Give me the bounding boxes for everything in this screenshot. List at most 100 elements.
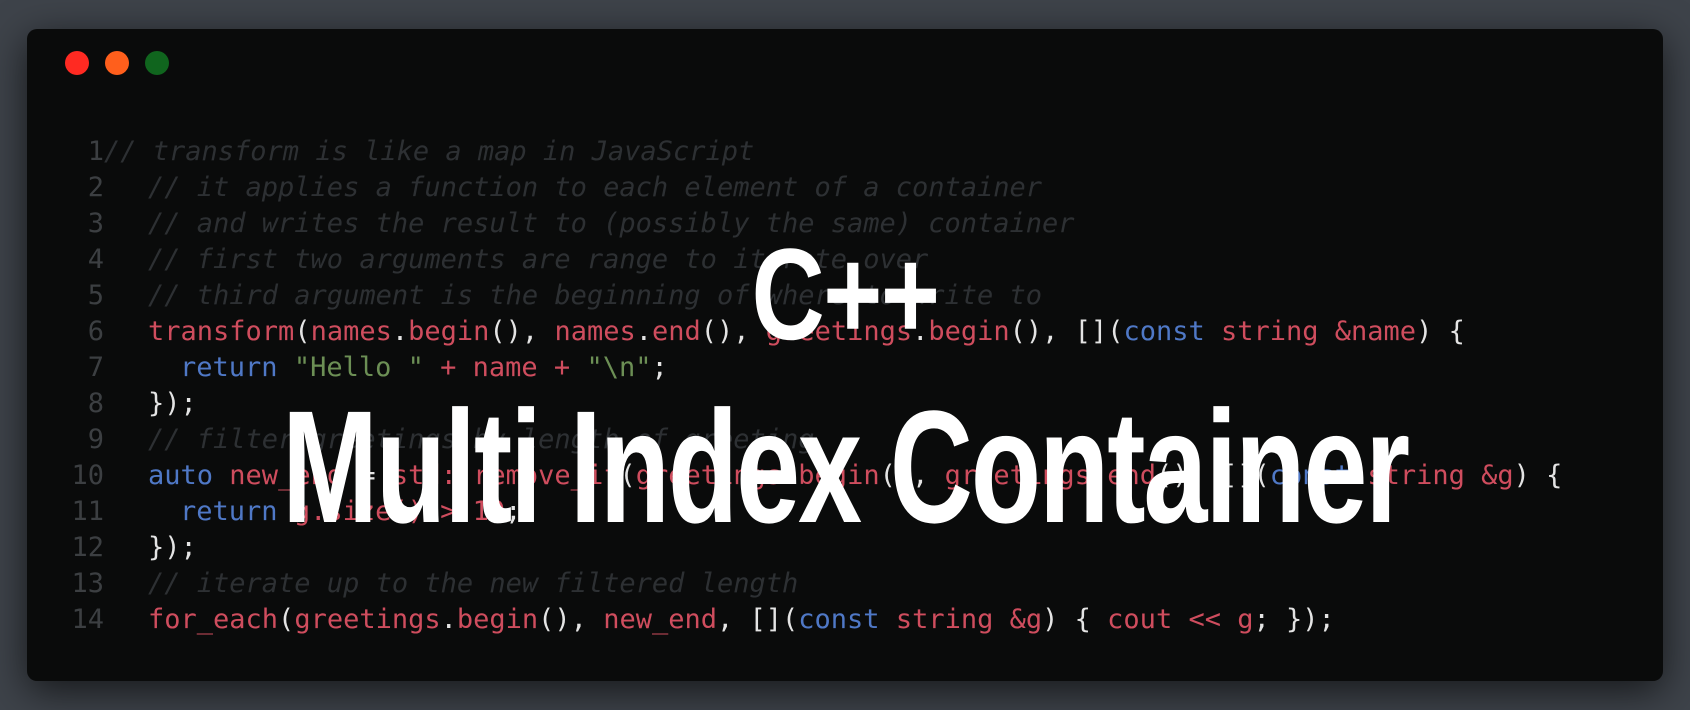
code-token-ident: names: [554, 316, 636, 347]
line-number: 12: [71, 532, 104, 563]
code-token-ident: new_end: [603, 604, 717, 635]
line-source: });: [104, 386, 197, 422]
code-token-ident: names: [310, 316, 392, 347]
code-token-ident: cout << g: [1107, 604, 1254, 635]
line-source: return "Hello " + name + "\n";: [104, 350, 668, 386]
code-token-fn: begin: [408, 316, 490, 347]
code-token-fn: end: [1107, 460, 1156, 491]
line-source: // transform is like a map in JavaScript: [104, 134, 754, 170]
code-token-punct: (), [](: [1155, 460, 1270, 491]
line-source: for_each(greetings.begin(), new_end, [](…: [104, 602, 1335, 638]
code-token-ident: g.size(): [293, 496, 424, 527]
code-token-punct: [278, 352, 294, 383]
code-token-punct: (: [619, 460, 636, 491]
code-line: 4 // first two arguments are range to ite…: [27, 242, 1562, 278]
code-window: 1// transform is like a map in JavaScrip…: [27, 29, 1663, 681]
code-token-ident: string &g: [1367, 460, 1514, 491]
code-token-kw: const: [1123, 316, 1205, 347]
code-token-punct: (),: [489, 316, 555, 347]
line-source: });: [104, 530, 197, 566]
line-source: // third argument is the beginning of wh…: [104, 278, 1042, 314]
code-token-str: "Hello ": [293, 352, 424, 383]
code-token-ident: + name +: [440, 352, 571, 383]
line-source: return g.size() > 10;: [104, 494, 521, 530]
code-token-ident: string &name: [1221, 316, 1417, 347]
line-source: // iterate up to the new filtered length: [104, 566, 798, 602]
window-controls: [65, 51, 169, 75]
code-token-punct: ) {: [1513, 460, 1563, 491]
line-number: 14: [71, 604, 104, 635]
code-token-comment: // transform is like a map in JavaScript: [104, 136, 755, 167]
close-dot-icon[interactable]: [65, 51, 89, 75]
code-token-punct: ;: [505, 496, 522, 527]
code-token-punct: [1205, 316, 1221, 347]
code-token-fn: for_each: [148, 604, 279, 635]
code-token-ident: string &g: [895, 604, 1043, 635]
code-token-comment: // first two arguments are range to iter…: [148, 244, 929, 275]
code-token-punct: ) {: [1042, 604, 1108, 635]
code-token-punct: (),: [700, 316, 766, 347]
code-line: 11 return g.size() > 10;: [27, 494, 1562, 530]
line-source: transform(names.begin(), names.end(), gr…: [104, 314, 1465, 350]
code-token-punct: [424, 352, 440, 383]
line-source: // filter greetings by length of greetin…: [104, 422, 814, 458]
minimize-dot-icon[interactable]: [105, 51, 129, 75]
code-token-comment: // it applies a function to each element…: [148, 172, 1043, 203]
code-token-punct: .: [912, 316, 929, 347]
code-token-kw: return: [180, 496, 278, 527]
line-number: 5: [87, 280, 104, 311]
code-token-str: "\n": [586, 352, 652, 383]
code-line: 7 return "Hello " + name + "\n";: [27, 350, 1562, 386]
code-token-ident: greetings: [765, 316, 913, 347]
code-token-ident: greetings: [635, 460, 783, 491]
code-token-punct: ; });: [1253, 604, 1335, 635]
code-line: 2 // it applies a function to each elemen…: [27, 170, 1562, 206]
code-line: 8});: [27, 386, 1562, 422]
code-token-punct: (),: [879, 460, 945, 491]
code-line: 6 transform(names.begin(), names.end(), g…: [27, 314, 1562, 350]
line-number: 1: [87, 136, 104, 167]
code-token-punct: (: [294, 316, 311, 347]
code-token-kw: auto: [148, 460, 214, 491]
line-source: // and writes the result to (possibly th…: [104, 206, 1075, 242]
code-token-fn: begin: [798, 460, 880, 491]
code-token-comment: // filter greetings by length of greetin…: [148, 424, 815, 455]
line-number: 3: [87, 208, 104, 239]
code-token-ident: greetings: [944, 460, 1091, 491]
code-token-kw: const: [1269, 460, 1352, 491]
line-number: 9: [87, 424, 104, 455]
code-token-punct: [424, 496, 440, 527]
code-token-punct: [1351, 460, 1367, 491]
code-token-punct: .: [391, 316, 409, 347]
code-token-ident: greetings: [294, 604, 441, 635]
code-token-fn: begin: [928, 316, 1010, 347]
code-token-punct: .: [782, 460, 799, 491]
code-token-punct: .: [1090, 460, 1108, 491]
code-token-punct: [213, 460, 229, 491]
code-line: 13 // iterate up to the new filtered leng…: [27, 566, 1562, 602]
code-token-punct: (), [](: [1009, 316, 1124, 347]
code-token-fn: begin: [456, 604, 539, 635]
code-token-punct: (: [278, 604, 295, 635]
line-number: 10: [71, 460, 104, 491]
line-number: 13: [71, 568, 104, 599]
code-token-kw: return: [180, 352, 278, 383]
code-token-punct: =: [343, 460, 392, 491]
line-number: 6: [87, 316, 104, 347]
line-number: 7: [87, 352, 104, 383]
code-token-ident: std::remove_if: [391, 460, 620, 491]
line-number: 11: [71, 496, 104, 527]
code-token-punct: (),: [538, 604, 604, 635]
line-number: 8: [87, 388, 104, 419]
code-block: 1// transform is like a map in JavaScrip…: [27, 134, 1562, 638]
code-token-punct: [278, 496, 294, 527]
code-line: 14 for_each(greetings.begin(), new_end, […: [27, 602, 1562, 638]
code-token-punct: [570, 352, 586, 383]
line-source: auto new_end = std::remove_if(greetings.…: [104, 458, 1562, 494]
code-token-comment: // third argument is the beginning of wh…: [148, 280, 1043, 311]
code-token-punct: });: [148, 532, 197, 563]
code-token-ident: > 10: [440, 496, 506, 527]
maximize-dot-icon[interactable]: [145, 51, 169, 75]
line-number: 4: [87, 244, 104, 275]
code-line: 3 // and writes the result to (possibly t…: [27, 206, 1562, 242]
